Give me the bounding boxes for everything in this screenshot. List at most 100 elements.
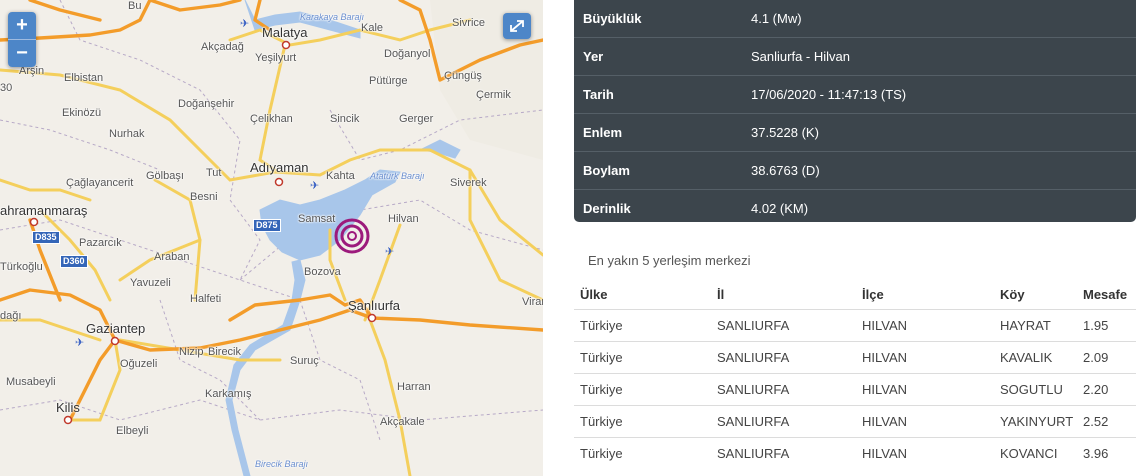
table-cell: SOGUTLU bbox=[1000, 382, 1063, 397]
table-row: Türkiye SANLIURFA HILVAN KAVALIK 2.09 bbox=[574, 341, 1136, 373]
place-label: Çüngüş bbox=[444, 70, 482, 82]
table-row: Türkiye SANLIURFA HILVAN YAKINYURT 2.52 bbox=[574, 405, 1136, 437]
table-cell: 1.95 bbox=[1083, 318, 1109, 333]
place-label: Yeşilyurt bbox=[255, 52, 297, 64]
place-label: 30 bbox=[0, 82, 13, 94]
column-header: İlçe bbox=[862, 286, 884, 302]
info-key: Yer bbox=[583, 49, 604, 64]
fullscreen-button[interactable] bbox=[503, 13, 531, 39]
place-label: Çermik bbox=[476, 89, 511, 101]
place-label: Bu bbox=[128, 0, 142, 12]
place-label: Elbeyli bbox=[116, 425, 149, 437]
airport-icon: ✈ bbox=[385, 246, 395, 258]
info-key: Tarih bbox=[583, 87, 614, 102]
place-label: Birecik Barajı bbox=[255, 459, 309, 469]
table-cell: SANLIURFA bbox=[717, 318, 790, 333]
info-value: Sanliurfa - Hilvan bbox=[751, 49, 850, 64]
info-row-latitude: Enlem 37.5228 (K) bbox=[574, 114, 1136, 152]
table-cell: SANLIURFA bbox=[717, 350, 790, 365]
place-label: Hilvan bbox=[388, 213, 419, 225]
table-row: Türkiye SANLIURFA HILVAN SOGUTLU 2.20 bbox=[574, 373, 1136, 405]
place-label: ahramanmaraş bbox=[0, 203, 88, 218]
table-cell: HILVAN bbox=[862, 382, 908, 397]
table-cell: Türkiye bbox=[580, 382, 623, 397]
earthquake-info-panel: Büyüklük 4.1 (Mw) Yer Sanliurfa - Hilvan… bbox=[574, 0, 1136, 222]
column-header: Köy bbox=[1000, 286, 1025, 302]
info-row-magnitude: Büyüklük 4.1 (Mw) bbox=[574, 0, 1136, 38]
info-value: 17/06/2020 - 11:47:13 (TS) bbox=[751, 87, 907, 102]
place-label: Harran bbox=[397, 381, 431, 393]
place-label: Çelikhan bbox=[250, 113, 293, 125]
road-shield: D875 bbox=[253, 219, 281, 232]
place-label: Siverek bbox=[450, 177, 487, 189]
place-label: Malatya bbox=[262, 25, 308, 40]
place-label: Akçakale bbox=[380, 416, 425, 428]
info-row-date: Tarih 17/06/2020 - 11:47:13 (TS) bbox=[574, 76, 1136, 114]
place-label: Akçadağ bbox=[201, 41, 244, 53]
info-key: Enlem bbox=[583, 125, 623, 140]
zoom-out-button[interactable]: − bbox=[8, 39, 36, 67]
place-label: Viran bbox=[522, 296, 543, 308]
airport-icon: ✈ bbox=[75, 337, 85, 349]
place-label: Kale bbox=[361, 22, 384, 34]
place-label: Ekinözü bbox=[62, 107, 102, 119]
place-label: Nizip bbox=[179, 346, 204, 358]
place-label: Tut bbox=[206, 167, 222, 179]
info-key: Boylam bbox=[583, 163, 630, 178]
earthquake-map[interactable]: ✈ ✈ ✈ ✈ Malatya Akçadağ Yeşilyurt Kale S… bbox=[0, 0, 543, 476]
place-label: Doğanşehir bbox=[178, 98, 235, 110]
place-label: Türkoğlu bbox=[0, 261, 43, 273]
table-cell: HAYRAT bbox=[1000, 318, 1051, 333]
place-label: Nurhak bbox=[109, 128, 145, 140]
place-label: Çağlayancerit bbox=[66, 177, 134, 189]
info-row-depth: Derinlik 4.02 (KM) bbox=[574, 190, 1136, 227]
place-label: Adıyaman bbox=[250, 160, 309, 175]
place-label: Samsat bbox=[298, 213, 336, 225]
place-label: Bozova bbox=[304, 266, 341, 278]
place-label: Kilis bbox=[56, 400, 80, 415]
nearest-settlements-title: En yakın 5 yerleşim merkezi bbox=[588, 253, 751, 268]
airport-icon: ✈ bbox=[310, 180, 320, 192]
info-value: 38.6763 (D) bbox=[751, 163, 820, 178]
place-label: Oğuzeli bbox=[120, 358, 158, 370]
table-cell: 3.96 bbox=[1083, 446, 1109, 461]
table-cell: 2.52 bbox=[1083, 414, 1109, 429]
info-value: 4.1 (Mw) bbox=[751, 11, 802, 26]
place-label: Halfeti bbox=[190, 293, 222, 305]
place-label: Atatürk Barajı bbox=[370, 171, 425, 181]
info-value: 4.02 (KM) bbox=[751, 201, 809, 216]
table-cell: Türkiye bbox=[580, 350, 623, 365]
place-label: Suruç bbox=[290, 355, 319, 367]
table-cell: KAVALIK bbox=[1000, 350, 1053, 365]
airport-icon: ✈ bbox=[240, 18, 250, 30]
table-cell: HILVAN bbox=[862, 318, 908, 333]
place-label: Gaziantep bbox=[86, 321, 146, 336]
place-label: Pazarcık bbox=[79, 237, 122, 249]
column-header: Ülke bbox=[580, 286, 608, 302]
table-cell: SANLIURFA bbox=[717, 446, 790, 461]
epicenter-marker[interactable] bbox=[334, 218, 370, 254]
table-cell: HILVAN bbox=[862, 350, 908, 365]
info-key: Büyüklük bbox=[583, 11, 642, 26]
table-cell: HILVAN bbox=[862, 414, 908, 429]
zoom-control: + − bbox=[8, 12, 36, 67]
zoom-in-button[interactable]: + bbox=[8, 12, 36, 39]
place-label: dağı bbox=[0, 310, 22, 322]
table-cell: 2.20 bbox=[1083, 382, 1109, 397]
place-label: Karkamış bbox=[205, 388, 252, 400]
info-row-location: Yer Sanliurfa - Hilvan bbox=[574, 38, 1136, 76]
column-header: Mesafe bbox=[1083, 286, 1128, 302]
table-cell: SANLIURFA bbox=[717, 414, 790, 429]
road-shield: D835 bbox=[32, 231, 60, 244]
nearest-settlements-table: Ülke İl İlçe Köy Mesafe Türkiye SANLIURF… bbox=[574, 279, 1136, 469]
info-value: 37.5228 (K) bbox=[751, 125, 819, 140]
place-label: Elbistan bbox=[64, 72, 104, 84]
place-label: Karakaya Barajı bbox=[300, 12, 365, 22]
info-key: Derinlik bbox=[583, 201, 631, 216]
place-label: Doğanyol bbox=[384, 48, 431, 60]
place-label: Araban bbox=[154, 251, 190, 263]
place-label: Şanlıurfa bbox=[348, 298, 401, 313]
place-label: Sincik bbox=[330, 113, 360, 125]
table-cell: KOVANCI bbox=[1000, 446, 1058, 461]
table-row: Türkiye SANLIURFA HILVAN HAYRAT 1.95 bbox=[574, 309, 1136, 341]
